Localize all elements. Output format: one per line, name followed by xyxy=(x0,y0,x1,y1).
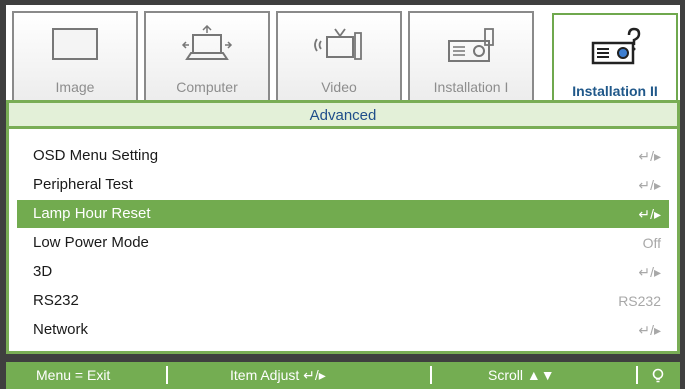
item-value: RS232 xyxy=(618,293,661,309)
tab-installation-i[interactable]: Installation I xyxy=(408,11,534,105)
menu-item-osd-menu-setting[interactable]: OSD Menu Setting ↵/▸ xyxy=(17,142,669,170)
tab-strip: Image Computer Video Installation I Inst… xyxy=(6,5,680,111)
tab-label: Computer xyxy=(176,79,238,95)
tab-label: Installation II xyxy=(572,83,658,99)
item-label: 3D xyxy=(33,263,53,280)
tab-video[interactable]: Video xyxy=(276,11,402,105)
projector-icon xyxy=(448,28,494,62)
item-label: OSD Menu Setting xyxy=(33,147,159,164)
menu-item-low-power-mode[interactable]: Low Power Mode Off xyxy=(17,229,669,257)
enter-arrow-icon: ↵/▸ xyxy=(638,264,661,280)
tab-label: Video xyxy=(321,79,357,95)
enter-arrow-icon: ↵/▸ xyxy=(638,206,661,222)
tab-label: Image xyxy=(55,79,95,95)
enter-arrow-icon: ↵/▸ xyxy=(638,322,661,338)
item-value: Off xyxy=(642,235,661,251)
item-label: Lamp Hour Reset xyxy=(33,205,151,222)
image-icon xyxy=(52,28,98,60)
tab-installation-ii[interactable]: Installation II xyxy=(552,13,678,111)
menu-item-lamp-hour-reset[interactable]: Lamp Hour Reset ↵/▸ xyxy=(17,200,669,228)
menu-item-network[interactable]: Network ↵/▸ xyxy=(17,316,669,344)
footer-bar: Menu = Exit Item Adjust ↵/▸ Scroll ▲▼ xyxy=(6,362,680,389)
menu-item-peripheral-test[interactable]: Peripheral Test ↵/▸ xyxy=(17,171,669,199)
tab-image[interactable]: Image xyxy=(12,11,138,105)
divider xyxy=(166,366,168,384)
menu-item-rs232[interactable]: RS232 RS232 xyxy=(17,287,669,315)
video-icon xyxy=(314,28,362,60)
menu-item-3d[interactable]: 3D ↵/▸ xyxy=(17,258,669,286)
enter-arrow-icon: ↵/▸ xyxy=(638,148,661,164)
section-title: Advanced xyxy=(9,103,677,129)
item-label: Network xyxy=(33,321,89,338)
divider xyxy=(636,366,638,384)
tab-computer[interactable]: Computer xyxy=(144,11,270,105)
lamp-icon xyxy=(652,368,664,383)
menu-panel: Advanced OSD Menu Setting ↵/▸ Peripheral… xyxy=(6,100,680,354)
item-label: Low Power Mode xyxy=(33,234,149,251)
item-label: Peripheral Test xyxy=(33,176,133,193)
projector-settings-icon xyxy=(591,27,641,65)
enter-arrow-icon: ↵/▸ xyxy=(638,177,661,193)
item-adjust-hint: Item Adjust ↵/▸ xyxy=(230,367,326,383)
osd-menu: Image Computer Video Installation I Inst… xyxy=(0,0,685,389)
scroll-hint: Scroll ▲▼ xyxy=(488,367,555,383)
menu-exit-hint: Menu = Exit xyxy=(36,367,111,383)
computer-icon xyxy=(181,25,233,60)
item-label: RS232 xyxy=(33,292,79,309)
divider xyxy=(430,366,432,384)
tab-label: Installation I xyxy=(433,79,509,95)
